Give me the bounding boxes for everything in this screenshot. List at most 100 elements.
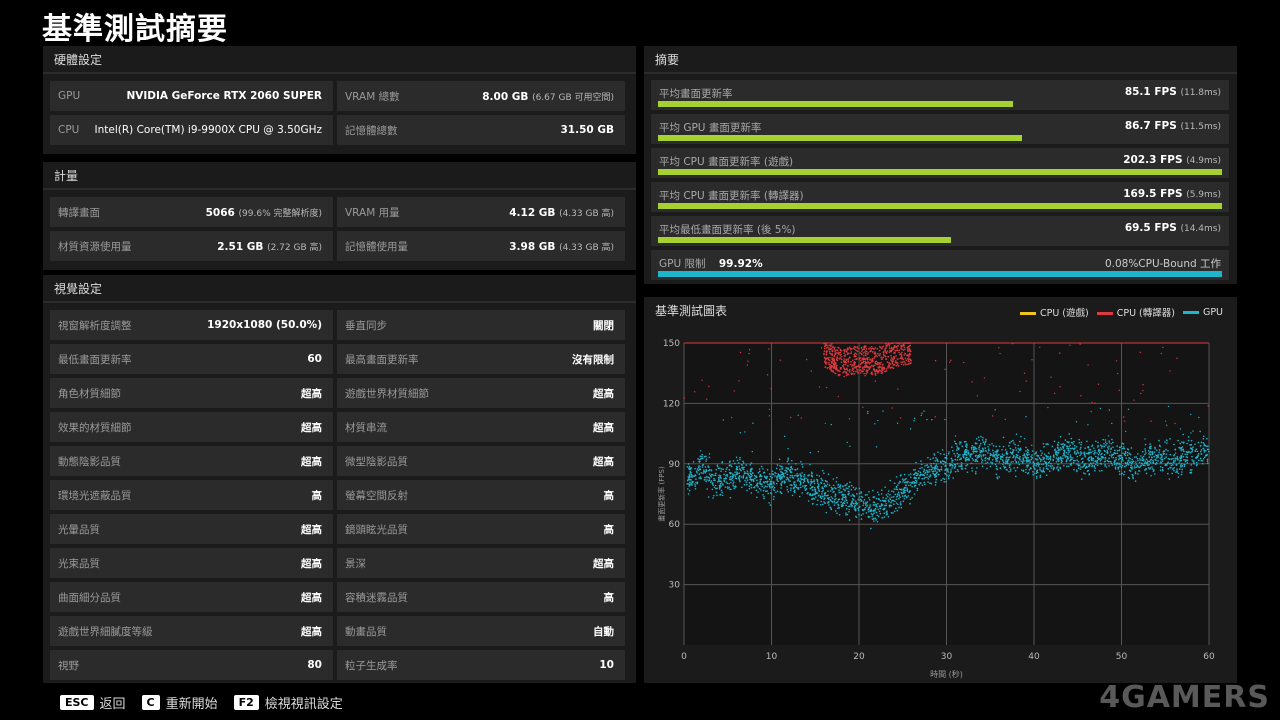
gpu-point [1196,450,1199,453]
legend-item: CPU (遊戲) [1019,305,1089,319]
gpu-point [1165,424,1168,426]
gpu-point [1007,458,1010,461]
gpu-point [838,498,841,501]
cpu-renderer-point [896,347,898,349]
gpu-point [784,472,787,474]
gpu-point [978,445,981,447]
gpu-point [687,463,690,465]
y-tick-label: 30 [669,581,681,591]
gpu-point [1035,451,1037,453]
gpu-point [741,464,743,466]
gpu-point [954,455,957,457]
gpu-point [892,512,894,514]
cpu-renderer-point [855,370,857,373]
cpu-renderer-point [902,364,905,366]
setting-value: 超高 [593,455,614,468]
cpu-renderer-point [856,365,858,368]
cpu-renderer-point [862,352,865,354]
cpu-renderer-point [831,362,834,364]
gpu-point [704,466,707,468]
gpu-point [869,509,872,512]
gpu-point [829,498,832,501]
gpu-point [945,457,948,460]
cpu-renderer-point [881,358,883,360]
gpu-point [1189,444,1191,446]
gpu-point [707,465,710,467]
gpu-point [704,472,707,474]
y-tick-label: 60 [669,520,681,530]
gpu-point [1031,450,1034,452]
gpu-point [794,462,797,465]
gpu-point [688,468,691,471]
cpu-renderer-point [869,366,872,368]
gpu-point [845,487,848,489]
gpu-point [737,477,740,479]
gpu-point [794,485,797,488]
cpu-renderer-point [862,361,865,364]
gpu-point [900,474,902,476]
visual-setting-row: 視窗解析度調整 1920x1080 (50.0%) [50,310,333,340]
gpu-point [851,498,854,500]
gpu-point [1071,447,1074,450]
cpu-renderer-point [827,359,830,361]
setting-value: 超高 [593,421,614,434]
gpu-point [829,506,831,508]
gpu-point [1097,458,1100,461]
gpu-point [789,480,791,482]
legend-item: GPU [1182,307,1223,318]
cpu-renderer-point [944,368,946,371]
gpu-point [877,515,880,518]
gpu-point [1097,446,1099,448]
gpu-point [1019,455,1021,458]
gpu-point [1062,454,1064,457]
gpu-point [840,491,842,494]
gpu-point [960,462,963,464]
gpu-point [854,509,857,512]
gpu-point [690,482,692,484]
gpu-point [1040,450,1042,452]
gpu-point [932,462,935,465]
gpu-point [1076,449,1079,452]
gpu-point [867,412,869,415]
gpu-point [696,482,698,485]
gpu-point [843,502,846,505]
gpu-point [827,497,829,500]
gpu-point [1103,454,1106,456]
gpu-point [1020,448,1022,451]
gpu-point [742,476,745,478]
gpu-point [834,510,837,512]
gpu-point [705,458,708,460]
gpu-point [828,484,831,487]
gpu-point [756,496,758,499]
gpu-point [761,485,763,488]
gpu-point [1100,458,1102,461]
gpu-point [1149,461,1152,464]
gpu-point [868,490,870,493]
gpu-point [846,441,848,444]
gpu-point [872,496,875,498]
gpu-point [1014,443,1016,446]
x-tick-label: 0 [681,652,687,662]
gpu-point [870,527,872,530]
cpu-renderer-point [888,351,891,354]
gpu-point [742,466,744,469]
back-hint[interactable]: ESC 返回 [60,693,126,712]
visual-setting-row: 螢幕空間反射高 [337,480,625,510]
gpu-point [967,453,970,455]
gpu-point [877,493,880,496]
cpu-renderer-point [849,356,851,359]
gpu-point [1063,452,1065,455]
restart-hint[interactable]: C 重新開始 [141,693,218,712]
cpu-renderer-point [867,352,869,354]
gpu-point [986,457,989,460]
cpu-renderer-point [891,366,894,369]
gpu-point [1008,466,1011,469]
gpu-point [926,473,929,476]
gpu-point [697,469,700,472]
video-settings-hint[interactable]: F2 檢視視訊設定 [233,693,343,712]
gpu-point [890,512,893,514]
gpu-point [866,494,868,496]
cpu-renderer-point [834,372,836,374]
cpu-renderer-point [850,352,852,355]
gpu-point [803,478,805,481]
